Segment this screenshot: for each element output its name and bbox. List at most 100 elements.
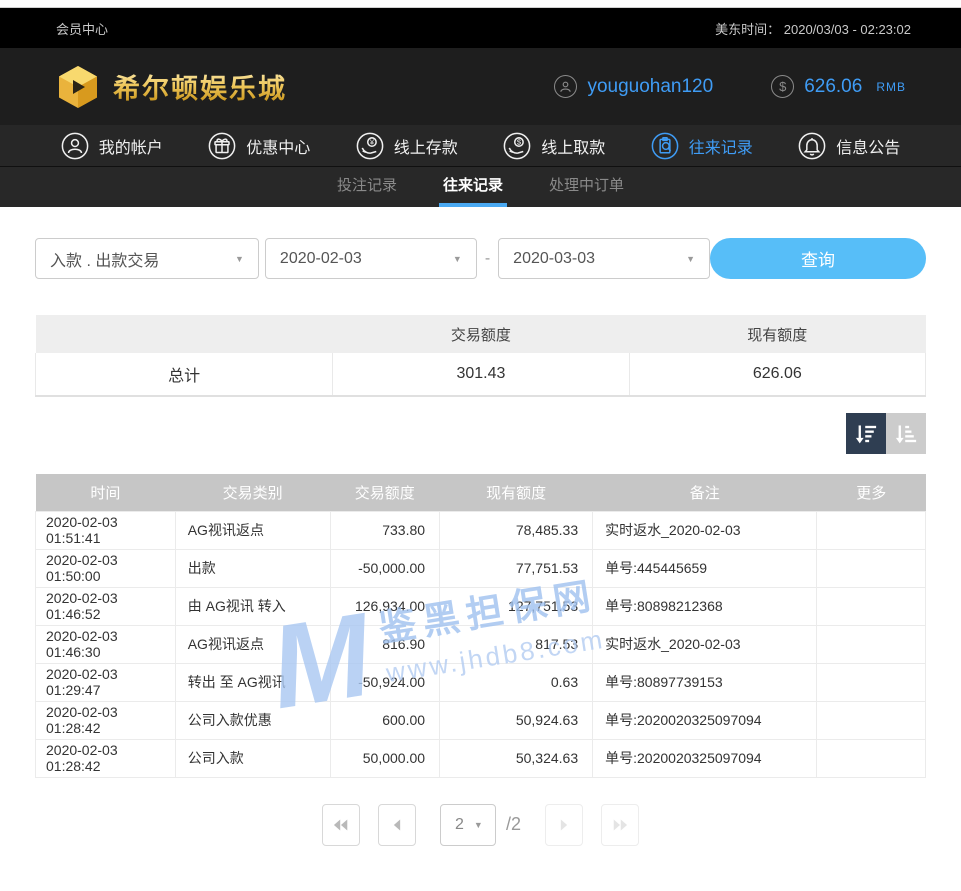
cell-remark: 单号:445445659	[593, 549, 817, 587]
nav-item-announcements[interactable]: 信息公告	[798, 132, 900, 160]
cell-current-amount: 78,485.33	[440, 511, 593, 549]
cell-more	[817, 739, 926, 777]
nav-label: 线上存款	[394, 134, 458, 158]
sort-descending-button[interactable]	[846, 413, 886, 454]
balance-chip[interactable]: $ 626.06 RMB	[771, 75, 906, 98]
date-from-select[interactable]: 2020-02-03 ▼	[265, 238, 477, 279]
table-row: 2020-02-03 01:46:52 由 AG视讯 转入 126,934.00…	[36, 587, 926, 625]
summary-total-row: 总计 301.43 626.06	[36, 353, 926, 396]
last-page-button[interactable]	[601, 804, 639, 846]
nav-label: 线上取款	[541, 134, 605, 158]
sort-descending-icon	[852, 420, 880, 448]
tab-transaction-records[interactable]: 往来记录	[443, 167, 503, 207]
cell-remark: 单号:2020020325097094	[593, 701, 817, 739]
nav-item-records[interactable]: 往来记录	[651, 132, 753, 160]
col-more: 更多	[817, 474, 926, 511]
page-select[interactable]: 2 ▼	[440, 804, 496, 846]
user-chip[interactable]: youguohan120	[554, 75, 713, 98]
cell-type: 公司入款	[175, 739, 330, 777]
previous-page-button[interactable]	[378, 804, 416, 846]
cell-remark: 单号:80897739153	[593, 663, 817, 701]
cell-transaction-amount: 126,934.00	[330, 587, 439, 625]
nav-item-withdraw[interactable]: $ 线上取款	[503, 132, 605, 160]
gold-cube-logo-icon	[55, 64, 101, 110]
cell-remark: 单号:80898212368	[593, 587, 817, 625]
sort-ascending-icon	[892, 420, 920, 448]
content-area: 入款 . 出款交易 ▼ 2020-02-03 ▼ - 2020-03-03 ▼ …	[0, 207, 961, 846]
date-range-separator: -	[485, 250, 490, 268]
browser-edge-strip	[0, 0, 961, 8]
tab-bet-records[interactable]: 投注记录	[337, 167, 397, 207]
col-time: 时间	[36, 474, 176, 511]
dollar-icon: $	[771, 75, 794, 98]
date-from-value: 2020-02-03	[280, 250, 362, 268]
nav-label: 往来记录	[689, 134, 753, 158]
summary-total-label: 总计	[36, 353, 333, 396]
nav-item-deposit[interactable]: ¥ 线上存款	[356, 132, 458, 160]
cell-remark: 单号:2020020325097094	[593, 739, 817, 777]
cell-transaction-amount: 816.90	[330, 625, 439, 663]
cell-current-amount: 127,751.53	[440, 587, 593, 625]
chevron-down-icon: ▼	[225, 254, 244, 264]
cell-current-amount: 0.63	[440, 663, 593, 701]
sort-ascending-button[interactable]	[886, 413, 926, 454]
cell-current-amount: 50,924.63	[440, 701, 593, 739]
cell-time: 2020-02-03 01:29:47	[36, 663, 176, 701]
cell-remark: 实时返水_2020-02-03	[593, 625, 817, 663]
nav-label: 优惠中心	[246, 134, 310, 158]
next-page-button[interactable]	[545, 804, 583, 846]
cell-current-amount: 817.53	[440, 625, 593, 663]
cell-type: 公司入款优惠	[175, 701, 330, 739]
cell-transaction-amount: 600.00	[330, 701, 439, 739]
cell-type: AG视讯返点	[175, 511, 330, 549]
summary-header-current: 现有额度	[629, 315, 925, 353]
col-remark: 备注	[593, 474, 817, 511]
user-circle-icon	[61, 132, 89, 160]
cell-transaction-amount: -50,924.00	[330, 663, 439, 701]
date-to-value: 2020-03-03	[513, 250, 595, 268]
date-to-select[interactable]: 2020-03-03 ▼	[498, 238, 710, 279]
table-row: 2020-02-03 01:28:42 公司入款 50,000.00 50,32…	[36, 739, 926, 777]
cell-time: 2020-02-03 01:50:00	[36, 549, 176, 587]
transaction-type-value: 入款 . 出款交易	[50, 247, 159, 271]
summary-header-transaction: 交易额度	[333, 315, 629, 353]
cell-time: 2020-02-03 01:51:41	[36, 511, 176, 549]
cell-more	[817, 549, 926, 587]
cell-more	[817, 663, 926, 701]
nav-item-my-account[interactable]: 我的帐户	[61, 132, 163, 160]
cell-type: AG视讯返点	[175, 625, 330, 663]
topbar: 会员中心 美东时间： 2020/03/03 - 02:23:02	[0, 8, 961, 48]
cell-type: 由 AG视讯 转入	[175, 587, 330, 625]
summary-table: 交易额度 现有额度 总计 301.43 626.06	[35, 315, 926, 397]
table-header-row: 时间 交易类别 交易额度 现有额度 备注 更多	[36, 474, 926, 511]
table-row: 2020-02-03 01:29:47 转出 至 AG视讯 -50,924.00…	[36, 663, 926, 701]
brand-logo[interactable]: 希尔顿娱乐城	[55, 64, 287, 110]
chevron-down-icon: ▼	[676, 254, 695, 264]
first-page-button[interactable]	[322, 804, 360, 846]
cell-remark: 实时返水_2020-02-03	[593, 511, 817, 549]
deposit-hand-coin-icon: ¥	[356, 132, 384, 160]
tab-pending-orders[interactable]: 处理中订单	[549, 167, 624, 207]
col-type: 交易类别	[175, 474, 330, 511]
double-arrow-left-icon	[330, 814, 352, 836]
username: youguohan120	[587, 76, 713, 98]
main-nav: 我的帐户 优惠中心 ¥ 线上存款 $ 线上取款 往来记录	[0, 125, 961, 167]
cell-more	[817, 587, 926, 625]
search-button[interactable]: 查询	[710, 238, 926, 279]
cell-transaction-amount: 50,000.00	[330, 739, 439, 777]
cell-transaction-amount: 733.80	[330, 511, 439, 549]
cell-transaction-amount: -50,000.00	[330, 549, 439, 587]
site-header: 希尔顿娱乐城 youguohan120 $ 626.06 RMB	[0, 48, 961, 125]
transaction-type-select[interactable]: 入款 . 出款交易 ▼	[35, 238, 259, 279]
cell-type: 出款	[175, 549, 330, 587]
filter-bar: 入款 . 出款交易 ▼ 2020-02-03 ▼ - 2020-03-03 ▼ …	[35, 238, 926, 279]
summary-transaction-total: 301.43	[333, 353, 629, 396]
nav-item-promotions[interactable]: 优惠中心	[208, 132, 310, 160]
chevron-down-icon: ▼	[443, 254, 462, 264]
arrow-right-icon	[553, 814, 575, 836]
table-row: 2020-02-03 01:51:41 AG视讯返点 733.80 78,485…	[36, 511, 926, 549]
double-arrow-right-icon	[609, 814, 631, 836]
sort-controls	[35, 413, 926, 454]
table-row: 2020-02-03 01:28:42 公司入款优惠 600.00 50,924…	[36, 701, 926, 739]
currency-label: RMB	[876, 80, 906, 94]
